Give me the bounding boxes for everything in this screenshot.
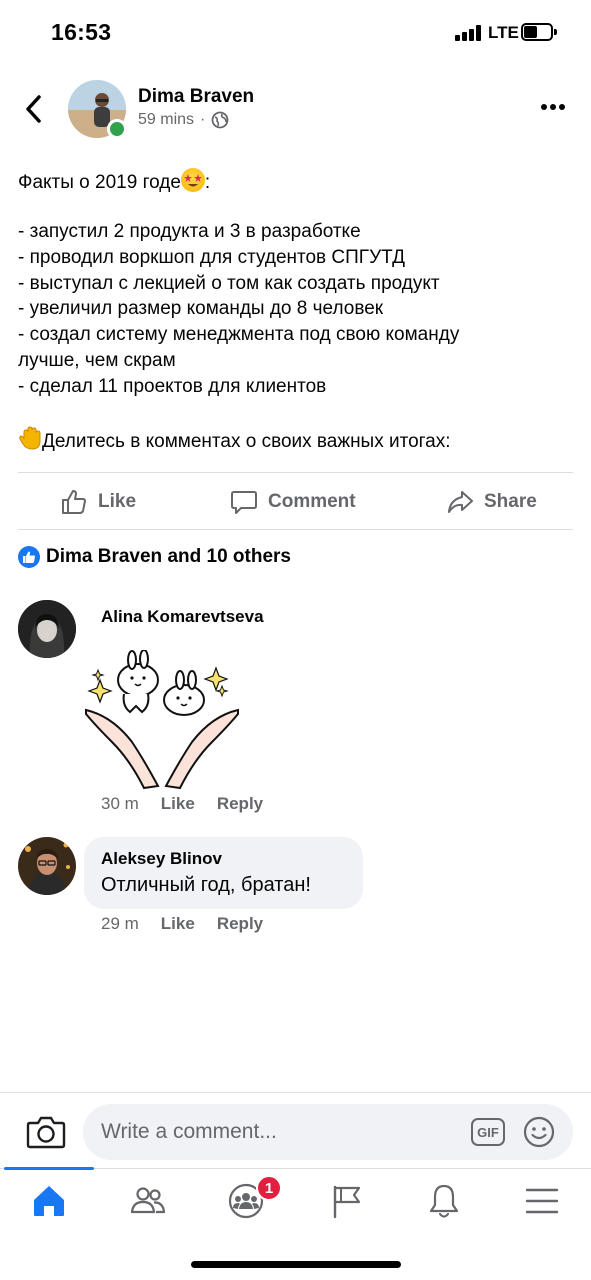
reactions-summary[interactable]: Dima Braven and 10 others — [18, 546, 291, 568]
comment-composer: GIF — [0, 1092, 591, 1168]
commenter-avatar[interactable] — [18, 837, 76, 895]
comment-author[interactable]: Aleksey Blinov — [101, 849, 222, 869]
notifications-tab[interactable] — [424, 1181, 464, 1221]
divider — [18, 529, 573, 530]
post-author-name[interactable]: Dima Braven — [138, 86, 254, 108]
camera-button[interactable] — [26, 1114, 66, 1150]
active-tab-indicator — [4, 1167, 94, 1170]
like-label: Like — [98, 491, 137, 512]
flag-icon — [333, 1185, 361, 1219]
comment-text: Отличный год, братан! — [101, 874, 311, 896]
meta-separator: · — [200, 111, 206, 128]
comment-bubble-icon — [231, 491, 257, 514]
post-meta: 59 mins · — [138, 111, 229, 129]
comment-reply-button[interactable]: Reply — [217, 794, 263, 814]
comment-reply-button[interactable]: Reply — [217, 914, 263, 934]
divider — [18, 472, 573, 473]
share-arrow-icon — [448, 491, 473, 513]
comment-bubble[interactable]: Aleksey Blinov Отличный год, братан! — [84, 837, 363, 909]
hamburger-menu-icon — [525, 1188, 559, 1214]
camera-icon — [26, 1116, 66, 1149]
comment-actions: 30 m Like Reply — [101, 794, 263, 814]
pages-tab[interactable] — [326, 1181, 366, 1221]
more-options-button[interactable] — [541, 104, 571, 114]
smiley-icon — [523, 1116, 555, 1148]
home-tab[interactable] — [29, 1181, 69, 1221]
post-line: лучше, чем скрам — [18, 349, 176, 371]
signal-icon — [455, 25, 483, 41]
groups-notification-badge: 1 — [256, 1175, 282, 1201]
comment-label: Comment — [268, 491, 356, 512]
post-text: Факты о 2019 годе: - запустил 2 продукта… — [18, 168, 578, 452]
bell-icon — [429, 1184, 459, 1218]
friends-tab[interactable] — [128, 1181, 168, 1221]
comment-actions: 29 m Like Reply — [101, 914, 263, 934]
reactions-text: Dima Braven and 10 others — [46, 546, 291, 567]
commenter-avatar[interactable] — [18, 600, 76, 658]
post-line: - выступал с лекцией о том как создать п… — [18, 272, 440, 294]
like-reaction-icon — [18, 546, 40, 568]
back-button[interactable] — [20, 92, 50, 126]
post-line-title: Факты о 2019 годе: — [18, 168, 578, 194]
online-indicator — [107, 119, 127, 139]
comment-time: 30 m — [101, 794, 139, 813]
chevron-left-icon — [26, 95, 41, 123]
like-button[interactable]: Like — [60, 488, 136, 516]
star-struck-emoji-icon — [180, 168, 205, 192]
share-button[interactable]: Share — [446, 488, 537, 516]
waving-hand-emoji-icon — [18, 425, 42, 450]
post-line: - сделал 11 проектов для клиентов — [18, 375, 327, 397]
post-actions: Like Comment Share — [0, 476, 591, 528]
share-label: Share — [484, 491, 537, 512]
battery-icon — [521, 23, 557, 41]
home-indicator — [191, 1261, 401, 1268]
menu-tab[interactable] — [522, 1181, 562, 1221]
post-line: - создал систему менеджмента под свою ко… — [18, 324, 460, 346]
post-time[interactable]: 59 mins — [138, 111, 194, 129]
comment-author[interactable]: Alina Komarevtseva — [101, 607, 264, 627]
comment-like-button[interactable]: Like — [161, 794, 195, 814]
status-bar: 16:53 LTE — [0, 0, 591, 66]
post-line-cta: Делитесь в комментах о своих важных итог… — [18, 425, 578, 452]
comment-button[interactable]: Comment — [230, 488, 356, 516]
status-time: 16:53 — [51, 19, 112, 45]
post-line: - запустил 2 продукта и 3 в разработке — [18, 221, 361, 243]
globe-icon — [211, 111, 229, 129]
post-line: - увеличил размер команды до 8 человек — [18, 298, 384, 320]
sticker-image[interactable] — [82, 649, 242, 790]
post-line: - проводил воркшоп для студентов СПГУТД — [18, 247, 406, 269]
emoji-button[interactable] — [522, 1115, 556, 1149]
network-label: LTE — [488, 23, 519, 42]
comment-like-button[interactable]: Like — [161, 914, 195, 934]
comment-time: 29 m — [101, 914, 139, 933]
thumbs-up-icon — [62, 490, 86, 514]
gif-button[interactable]: GIF — [471, 1118, 505, 1146]
friends-icon — [130, 1187, 166, 1214]
home-icon — [34, 1186, 64, 1216]
